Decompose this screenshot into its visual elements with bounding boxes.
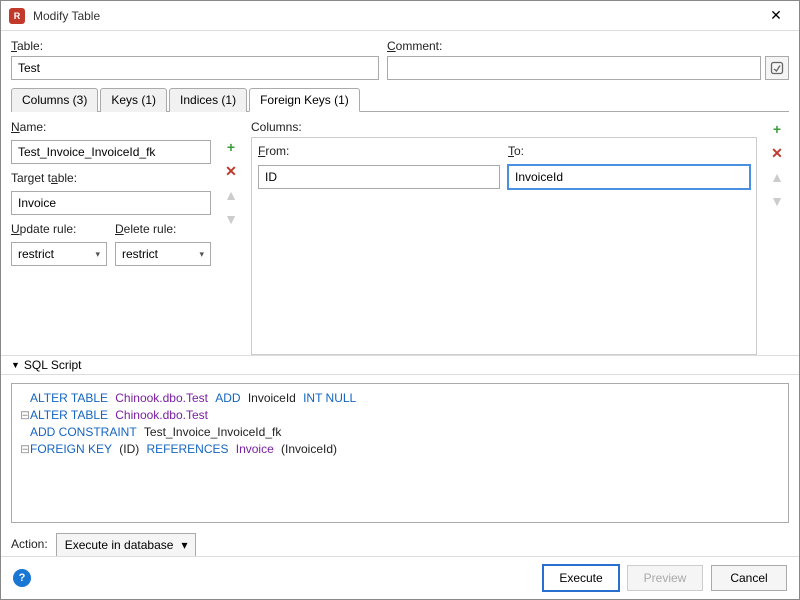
move-up-icon: ▲: [222, 186, 240, 204]
tab-foreign-keys[interactable]: Foreign Keys (1): [249, 88, 360, 112]
from-column-input[interactable]: [258, 165, 500, 189]
close-button[interactable]: ✕: [761, 1, 791, 31]
remove-column-icon[interactable]: ✕: [222, 162, 240, 180]
chevron-down-icon: ▾: [199, 249, 204, 260]
comment-label: Comment:: [387, 39, 789, 53]
target-table-label: Target table:: [11, 171, 211, 185]
preview-button: Preview: [627, 565, 703, 591]
update-rule-label: Update rule:: [11, 222, 107, 236]
delete-rule-select[interactable]: restrict▾: [115, 242, 211, 266]
target-table-input[interactable]: [11, 191, 211, 215]
chevron-down-icon: ▾: [181, 538, 187, 552]
fk-move-down-icon: ▼: [768, 192, 786, 210]
sql-script-body[interactable]: ALTER TABLE Chinook.dbo.Test ADD Invoice…: [11, 383, 789, 523]
update-rule-select[interactable]: restrict▾: [11, 242, 107, 266]
to-label: To:: [508, 144, 750, 158]
action-label: Action:: [11, 537, 48, 551]
action-select[interactable]: Execute in database▾: [56, 533, 197, 556]
fk-move-up-icon: ▲: [768, 168, 786, 186]
column-tools: + ✕ ▲ ▼: [219, 120, 243, 355]
to-column-input[interactable]: [508, 165, 750, 189]
sql-script-label: SQL Script: [24, 358, 82, 372]
chevron-down-icon: ▾: [95, 249, 100, 260]
collapse-triangle-icon: ▼: [11, 360, 20, 370]
delete-rule-label: Delete rule:: [115, 222, 211, 236]
columns-label: Columns:: [251, 120, 757, 134]
fk-list-tools: + ✕ ▲ ▼: [765, 120, 789, 355]
help-button[interactable]: ?: [13, 569, 31, 587]
table-input[interactable]: [11, 56, 379, 80]
titlebar: R Modify Table ✕: [1, 1, 799, 31]
from-label: From:: [258, 144, 500, 158]
tab-columns[interactable]: Columns (3): [11, 88, 98, 112]
app-icon: R: [9, 8, 25, 24]
add-column-icon[interactable]: +: [222, 138, 240, 156]
tab-indices[interactable]: Indices (1): [169, 88, 247, 112]
move-down-icon: ▼: [222, 210, 240, 228]
tab-keys[interactable]: Keys (1): [100, 88, 167, 112]
expand-comment-button[interactable]: [765, 56, 789, 80]
sql-script-header[interactable]: ▼ SQL Script: [1, 355, 799, 375]
cancel-button[interactable]: Cancel: [711, 565, 787, 591]
add-fk-icon[interactable]: +: [768, 120, 786, 138]
name-label: Name:: [11, 120, 211, 134]
fk-name-input[interactable]: [11, 140, 211, 164]
tabs: Columns (3) Keys (1) Indices (1) Foreign…: [11, 88, 789, 112]
remove-fk-icon[interactable]: ✕: [768, 144, 786, 162]
table-label: Table:: [11, 39, 379, 53]
comment-input[interactable]: [387, 56, 761, 80]
execute-button[interactable]: Execute: [543, 565, 619, 591]
window-title: Modify Table: [33, 9, 761, 23]
